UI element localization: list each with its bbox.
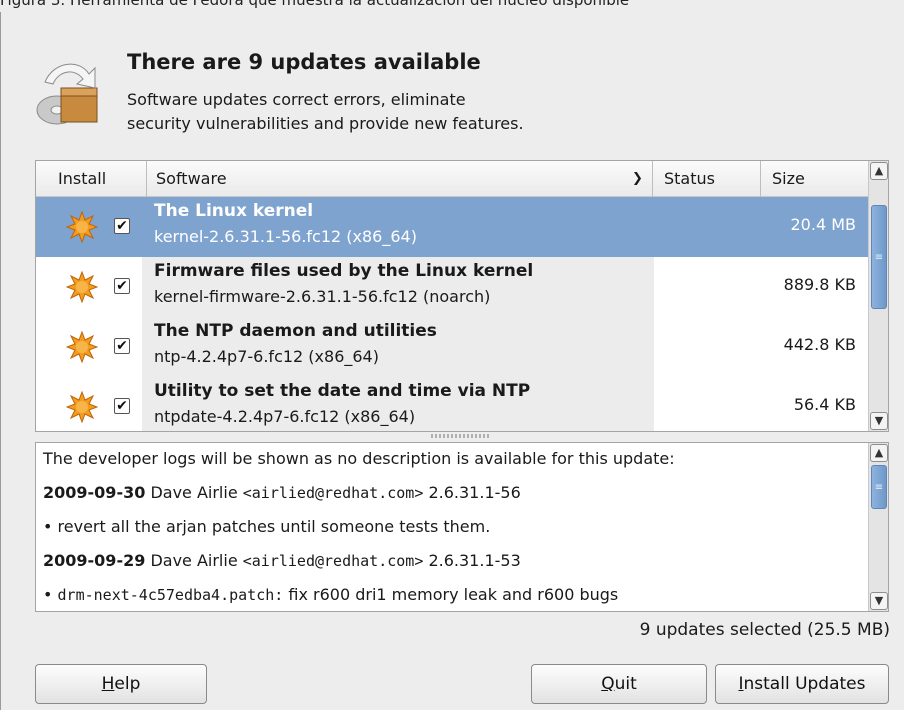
scroll-up-icon[interactable]: ▲ [870,444,888,462]
package-name: The NTP daemon and utilities [154,321,437,341]
install-checkbox[interactable]: ✔ [114,218,130,234]
package-size: 889.8 KB [783,275,856,294]
package-version: ntpdate-4.2.4p7-6.fc12 (x86_64) [154,407,416,426]
package-name: Firmware files used by the Linux kernel [154,261,534,281]
pane-resize-handle[interactable] [431,434,491,438]
changelog-date: 2009-09-30 [43,483,146,502]
changelog-version: 2.6.31.1-53 [423,551,521,570]
update-sun-icon [66,211,98,243]
software-update-box-icon [36,63,98,125]
quit-label: uit [614,674,637,694]
chevron-down-icon[interactable]: ❯ [632,161,643,197]
changelog-entry: 2009-09-30 Dave Airlie <airlied@redhat.c… [43,483,521,502]
update-window: There are 9 updates available Software u… [0,12,904,710]
table-row[interactable]: ✔ The NTP daemon and utilities ntp-4.2.4… [36,317,868,377]
changelog-version: 2.6.31.1-56 [423,483,521,502]
package-version: kernel-firmware-2.6.31.1-56.fc12 (noarch… [154,287,491,306]
package-version: kernel-2.6.31.1-56.fc12 (x86_64) [154,227,417,246]
package-name: The Linux kernel [154,201,314,221]
changelog-author: Dave Airlie [150,483,243,502]
install-checkbox[interactable]: ✔ [114,398,130,414]
update-sun-icon [66,391,98,423]
package-size: 442.8 KB [783,335,856,354]
table-row[interactable]: ✔ Firmware files used by the Linux kerne… [36,257,868,317]
list-scrollbar[interactable]: ▲ ≡ ▼ [868,161,888,431]
quit-button[interactable]: Quit [531,664,707,704]
selection-summary: 9 updates selected (25.5 MB) [639,620,890,640]
help-button[interactable]: Help [35,664,207,704]
install-checkbox[interactable]: ✔ [114,338,130,354]
changelog-entry: 2009-09-29 Dave Airlie <airlied@redhat.c… [43,551,521,570]
patch-name: drm-next-4c57edba4.patch: [57,586,284,604]
changelog-email: <airlied@redhat.com> [242,484,424,502]
column-install[interactable]: Install [58,161,106,197]
scroll-down-icon[interactable]: ▼ [870,592,888,610]
help-label: elp [114,674,141,694]
bullet-text: fix r600 dri1 memory leak and r600 bugs [283,585,619,604]
scroll-thumb[interactable]: ≡ [871,205,887,309]
scroll-thumb[interactable]: ≡ [871,465,887,509]
install-label: nstall Updates [743,674,866,694]
changelog-bullet: • revert all the arjan patches until som… [43,517,491,536]
figure-caption: Figura 3. Herramienta de Fedora que mues… [0,0,630,9]
column-separator [146,161,147,197]
install-updates-button[interactable]: Install Updates [715,664,889,704]
update-sun-icon [66,271,98,303]
bullet-marker: • [43,585,58,604]
update-description[interactable]: The developer logs will be shown as no d… [35,442,889,612]
table-row[interactable]: ✔ The Linux kernel kernel-2.6.31.1-56.fc… [36,197,868,257]
quit-mnemonic: Q [601,674,615,694]
scroll-up-icon[interactable]: ▲ [870,162,888,180]
scroll-down-icon[interactable]: ▼ [870,412,888,430]
help-mnemonic: H [101,674,115,694]
subtitle-line-2: security vulnerabilities and provide new… [127,114,524,133]
update-list[interactable]: Install Software ❯ Status Size ✔ The Lin… [35,160,889,432]
install-checkbox[interactable]: ✔ [114,278,130,294]
changelog-author: Dave Airlie [150,551,243,570]
page-subtitle: Software updates correct errors, elimina… [127,88,647,136]
subtitle-line-1: Software updates correct errors, elimina… [127,90,466,109]
package-name: Utility to set the date and time via NTP [154,381,531,401]
column-status[interactable]: Status [664,161,715,197]
package-size: 56.4 KB [793,395,856,414]
page-title: There are 9 updates available [127,50,481,74]
package-version: ntp-4.2.4p7-6.fc12 (x86_64) [154,347,379,366]
changelog-email: <airlied@redhat.com> [242,552,424,570]
update-rows: ✔ The Linux kernel kernel-2.6.31.1-56.fc… [36,197,868,431]
column-separator [760,161,761,197]
update-sun-icon [66,331,98,363]
column-separator [652,161,653,197]
description-intro: The developer logs will be shown as no d… [43,449,675,468]
column-size[interactable]: Size [772,161,805,197]
description-scrollbar[interactable]: ▲ ≡ ▼ [868,443,888,611]
package-size: 20.4 MB [790,215,857,234]
changelog-date: 2009-09-29 [43,551,146,570]
column-header: Install Software ❯ Status Size [36,161,868,197]
table-row[interactable]: ✔ Utility to set the date and time via N… [36,377,868,431]
changelog-bullet: • drm-next-4c57edba4.patch: fix r600 dri… [43,585,618,604]
column-software[interactable]: Software [156,161,227,197]
